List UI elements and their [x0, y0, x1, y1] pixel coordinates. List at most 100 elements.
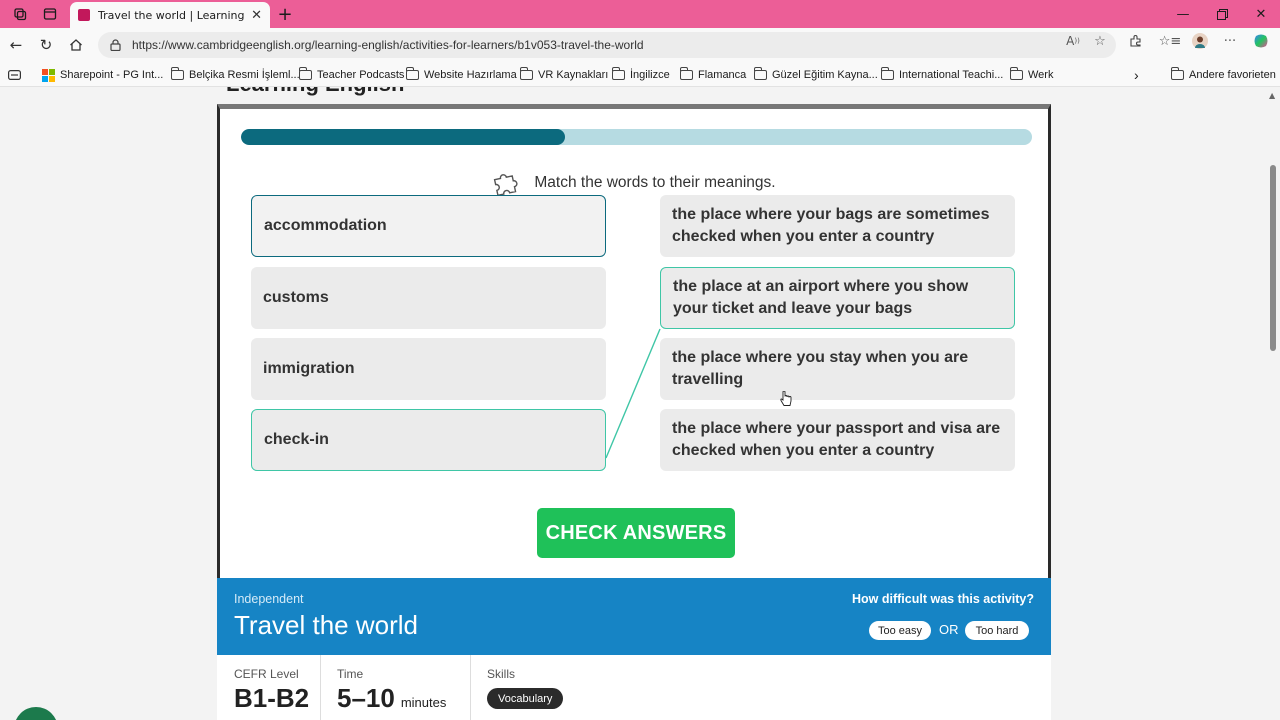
scroll-up-icon[interactable]: ▲	[1269, 91, 1275, 100]
matching-activity: Match the words to their meanings. accom…	[217, 104, 1051, 580]
feedback-button[interactable]	[14, 707, 58, 720]
word-text: customs	[263, 289, 329, 306]
close-tab-icon[interactable]: ✕	[251, 8, 262, 23]
skills-label: Skills	[487, 667, 516, 681]
favorite-label: VR Kaynakları	[538, 69, 609, 81]
instruction-text: Match the words to their meanings.	[534, 174, 776, 191]
favorite-label: Andere favorieten	[1189, 69, 1276, 81]
favorite-folder[interactable]: International Teachi...	[881, 66, 1003, 84]
address-bar: ← ↻ https://www.cambridgeenglish.org/lea…	[0, 28, 1280, 62]
folder-icon	[171, 67, 184, 80]
more-menu-icon[interactable]: ···	[1220, 33, 1240, 49]
url-text: https://www.cambridgeenglish.org/learnin…	[132, 38, 644, 52]
copilot-icon[interactable]	[1251, 33, 1271, 49]
tab-actions-icon[interactable]	[36, 1, 64, 27]
extensions-icon[interactable]	[1126, 33, 1146, 49]
favorite-folder[interactable]: VR Kaynakları	[520, 66, 608, 84]
scroll-thumb[interactable]	[1270, 165, 1276, 351]
word-card-customs[interactable]: customs	[251, 267, 606, 329]
time-value: 5–10	[337, 683, 395, 713]
favorites-icon[interactable]: ☆≡	[1159, 33, 1182, 49]
page-viewport: Learning English Match the words to thei…	[0, 87, 1266, 720]
meaning-card-check-in[interactable]: the place at an airport where you show y…	[660, 267, 1015, 329]
meaning-card-immigration[interactable]: the place where your passport and visa a…	[660, 409, 1015, 471]
meaning-text: the place where your bags are sometimes …	[672, 206, 990, 245]
activity-info-band: Independent Travel the world How difficu…	[217, 578, 1051, 655]
folder-icon	[612, 67, 625, 80]
tab-title: Travel the world | Learning English	[98, 8, 245, 22]
favorite-folder[interactable]: Belçika Resmi İşleml...	[171, 66, 300, 84]
minimize-icon[interactable]: —	[1164, 0, 1202, 28]
favorite-folder[interactable]: Güzel Eğitim Kayna...	[754, 66, 878, 84]
favorite-label: Sharepoint - PG Int...	[60, 69, 164, 81]
favorite-star-icon[interactable]: ☆	[1090, 33, 1110, 49]
instruction: Match the words to their meanings.	[220, 169, 1048, 197]
skill-tag[interactable]: Vocabulary	[487, 688, 564, 709]
profile-avatar[interactable]	[1190, 33, 1210, 49]
time-unit: minutes	[400, 695, 447, 710]
refresh-icon[interactable]: ↻	[32, 32, 60, 58]
home-icon[interactable]	[62, 32, 90, 58]
time-value-wrap: 5–10 minutes	[337, 683, 446, 714]
too-easy-button[interactable]: Too easy	[869, 621, 931, 640]
word-card-immigration[interactable]: immigration	[251, 338, 606, 400]
favorite-label: Website Hazırlama	[424, 69, 517, 81]
meaning-text: the place where your passport and visa a…	[672, 420, 1001, 459]
windows-logo-icon	[42, 68, 55, 82]
favorite-label: Flamanca	[698, 69, 747, 81]
back-icon[interactable]: ←	[2, 32, 30, 58]
word-card-check-in[interactable]: check-in	[251, 409, 606, 471]
folder-icon	[406, 67, 419, 80]
favorite-folder[interactable]: Flamanca	[680, 66, 746, 84]
restore-icon[interactable]	[1203, 0, 1241, 28]
lock-icon[interactable]	[108, 38, 122, 52]
close-window-icon[interactable]: ✕	[1242, 0, 1280, 28]
cefr-column: CEFR Level B1-B2	[217, 655, 321, 720]
folder-icon	[680, 67, 693, 80]
favorite-label: Teacher Podcasts	[317, 69, 405, 81]
favorite-label: Werk	[1028, 69, 1054, 81]
favorite-folder[interactable]: Website Hazırlama	[406, 66, 517, 84]
folder-icon	[881, 67, 894, 80]
site-favicon-icon	[78, 9, 90, 21]
favorite-sharepoint[interactable]: Sharepoint - PG Int...	[42, 66, 163, 84]
favorite-folder[interactable]: Andere favorieten	[1171, 66, 1276, 84]
chevron-right-icon[interactable]: ›	[1134, 66, 1139, 84]
check-answers-button[interactable]: CHECK ANSWERS	[537, 508, 735, 558]
difficulty-question: How difficult was this activity?	[852, 592, 1034, 606]
puzzle-icon	[494, 174, 518, 197]
favorite-folder[interactable]: Teacher Podcasts	[299, 66, 404, 84]
meaning-card-accommodation[interactable]: the place where you stay when you are tr…	[660, 338, 1015, 400]
progress-fill	[241, 129, 566, 145]
folder-icon	[520, 67, 533, 80]
folder-icon	[299, 67, 312, 80]
favorite-label: Belçika Resmi İşleml...	[189, 69, 300, 81]
read-aloud-icon[interactable]: A))	[1063, 33, 1083, 49]
meaning-card-customs[interactable]: the place where your bags are sometimes …	[660, 195, 1015, 257]
activity-meta: CEFR Level B1-B2 Time 5–10 minutes Skills…	[217, 655, 1051, 720]
word-text: check-in	[264, 431, 329, 448]
folder-icon	[1010, 67, 1023, 80]
url-field[interactable]: https://www.cambridgeenglish.org/learnin…	[98, 32, 1116, 58]
new-tab-icon[interactable]: +	[271, 1, 299, 27]
folder-icon	[754, 67, 767, 80]
page-scrollbar[interactable]: ▲	[1266, 87, 1280, 720]
favorites-bar: Sharepoint - PG Int... Belçika Resmi İşl…	[0, 62, 1280, 87]
favorite-label: İngilizce	[630, 69, 670, 81]
workspaces-icon[interactable]	[6, 1, 34, 27]
favorite-folder[interactable]: İngilizce	[612, 66, 670, 84]
too-hard-button[interactable]: Too hard	[965, 621, 1029, 640]
favorite-label: Güzel Eğitim Kayna...	[772, 69, 878, 81]
progress-bar	[241, 129, 1032, 145]
cefr-label: CEFR Level	[234, 667, 299, 681]
tab-active[interactable]: Travel the world | Learning English ✕	[70, 2, 270, 28]
word-card-accommodation[interactable]: accommodation	[251, 195, 606, 257]
or-label: OR	[939, 622, 959, 637]
meaning-text: the place where you stay when you are tr…	[672, 349, 969, 388]
hand-cursor-icon	[780, 391, 792, 406]
favorite-label: International Teachi...	[899, 69, 1004, 81]
reading-list-icon[interactable]	[8, 66, 21, 84]
page-heading: Learning English	[226, 87, 404, 97]
word-text: accommodation	[264, 217, 387, 234]
favorite-folder[interactable]: Werk	[1010, 66, 1053, 84]
